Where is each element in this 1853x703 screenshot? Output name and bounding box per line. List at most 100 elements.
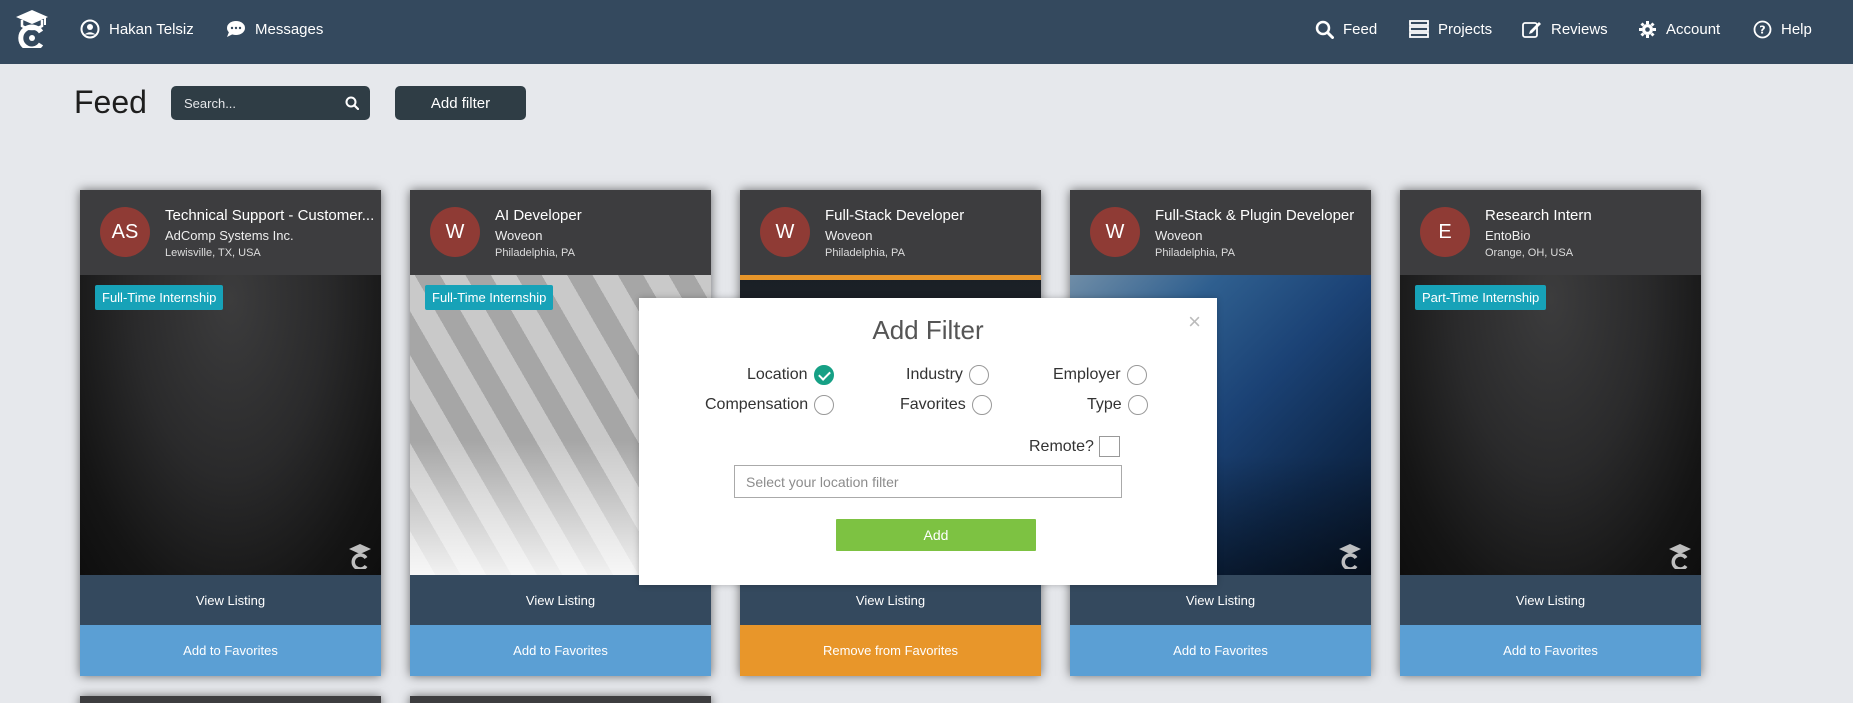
card-image: Full-Time Internship (80, 275, 381, 575)
nav-help-label: Help (1781, 20, 1812, 38)
job-location: Orange, OH, USA (1485, 247, 1574, 259)
filter-option-favorites[interactable]: Favorites (900, 393, 992, 417)
filter-option-label: Location (747, 366, 808, 383)
radio-icon[interactable] (971, 395, 992, 415)
nav-projects[interactable]: Projects (1409, 0, 1492, 58)
card-image: Part-Time Internship (1400, 275, 1701, 575)
filter-option-employer[interactable]: Employer (1053, 363, 1147, 387)
filter-option-label: Industry (906, 366, 963, 383)
job-location: Philadelphia, PA (1155, 247, 1235, 259)
add-to-favorites-button[interactable]: Add to Favorites (1070, 625, 1371, 676)
company-avatar: W (430, 207, 480, 257)
filter-option-label: Type (1087, 396, 1122, 413)
add-button[interactable]: Add (836, 519, 1036, 551)
remote-checkbox[interactable] (1098, 436, 1120, 457)
add-to-favorites-button[interactable]: Add to Favorites (1400, 625, 1701, 676)
filter-option-label: Favorites (900, 396, 966, 413)
company-avatar: W (1090, 207, 1140, 257)
card-header[interactable]: W Full-Stack Developer Woveon Philadelph… (740, 190, 1041, 275)
remove-from-favorites-button[interactable]: Remove from Favorites (740, 625, 1041, 676)
company-name: EntoBio (1485, 228, 1531, 243)
job-type-badge: Full-Time Internship (95, 285, 224, 310)
job-location: Philadelphia, PA (495, 247, 575, 259)
nav-help[interactable]: ? Help (1753, 0, 1812, 58)
close-icon[interactable]: × (1188, 311, 1201, 333)
job-location: Lewisville, TX, USA (165, 247, 261, 259)
company-name: AdComp Systems Inc. (165, 228, 294, 243)
nav-projects-label: Projects (1438, 20, 1493, 38)
nav-messages[interactable]: Messages (226, 0, 323, 58)
nav-account[interactable]: Account (1638, 0, 1720, 58)
filter-option-location[interactable]: Location (747, 363, 834, 387)
card-logo-icon (349, 544, 371, 569)
filter-option-compensation[interactable]: Compensation (705, 393, 835, 417)
radio-icon[interactable] (1127, 395, 1148, 415)
top-navbar: Hakan Telsiz Messages Feed Projects Revi… (0, 0, 1853, 64)
job-title: Full-Stack & Plugin Developer (1155, 207, 1355, 224)
filter-option-label: Employer (1053, 366, 1121, 383)
svg-text:?: ? (1759, 23, 1765, 36)
add-filter-modal: Add Filter × Location Industry Employer … (639, 298, 1217, 585)
card-header[interactable]: AS Technical Support - Customer... AdCom… (80, 190, 381, 275)
job-title: Full-Stack Developer (825, 207, 965, 224)
remote-label: Remote? (1029, 437, 1094, 455)
job-type-badge: Part-Time Internship (1415, 285, 1547, 310)
card-logo-icon (1339, 544, 1361, 569)
company-avatar: AS (100, 207, 150, 257)
nav-account-label: Account (1666, 20, 1721, 38)
add-filter-button[interactable]: Add filter (395, 86, 526, 120)
filter-option-type[interactable]: Type (1087, 393, 1148, 417)
search-icon (1315, 20, 1334, 39)
search-input[interactable] (171, 86, 341, 120)
card-header[interactable]: W AI Developer Woveon Philadelphia, PA (410, 190, 711, 275)
server-stack-icon (1409, 20, 1429, 38)
remote-toggle: Remote? (1029, 436, 1120, 457)
company-avatar: E (1420, 207, 1470, 257)
search-icon[interactable] (345, 96, 359, 110)
favorite-indicator (740, 275, 1041, 280)
job-title: Technical Support - Customer... (165, 207, 375, 224)
user-circle-icon (80, 19, 100, 39)
card-logo-icon (1669, 544, 1691, 569)
nav-reviews-label: Reviews (1551, 20, 1608, 38)
edit-square-icon (1522, 21, 1541, 38)
company-avatar: W (760, 207, 810, 257)
add-to-favorites-button[interactable]: Add to Favorites (410, 625, 711, 676)
chat-bubble-icon (227, 21, 245, 37)
view-listing-button[interactable]: View Listing (80, 575, 381, 625)
job-title: Research Intern (1485, 207, 1592, 224)
location-filter-input[interactable] (734, 465, 1122, 498)
job-location: Philadelphia, PA (825, 247, 905, 259)
listing-card: E Research Intern EntoBio Orange, OH, US… (1400, 190, 1701, 676)
company-name: Woveon (1155, 228, 1203, 243)
modal-title: Add Filter (872, 315, 984, 345)
nav-messages-label: Messages (255, 20, 324, 38)
radio-icon[interactable] (1126, 365, 1147, 385)
company-name: Woveon (495, 228, 543, 243)
search-box (171, 86, 370, 120)
add-to-favorites-button[interactable]: Add to Favorites (80, 625, 381, 676)
radio-checked-icon[interactable] (813, 365, 834, 385)
nav-feed[interactable]: Feed (1315, 0, 1377, 58)
card-header[interactable]: E Research Intern EntoBio Orange, OH, US… (1400, 190, 1701, 275)
radio-icon[interactable] (814, 395, 835, 415)
gear-icon (1639, 20, 1656, 38)
listing-card-partial (80, 696, 381, 703)
logo-icon[interactable] (14, 8, 50, 48)
question-circle-icon: ? (1753, 20, 1772, 38)
company-name: Woveon (825, 228, 873, 243)
filter-option-industry[interactable]: Industry (906, 363, 989, 387)
radio-icon[interactable] (968, 365, 989, 385)
nav-user-name: Hakan Telsiz (109, 20, 194, 38)
listing-card-partial (410, 696, 711, 703)
view-listing-button[interactable]: View Listing (1400, 575, 1701, 625)
job-type-badge: Full-Time Internship (425, 285, 554, 310)
nav-feed-label: Feed (1343, 20, 1378, 38)
listing-card: AS Technical Support - Customer... AdCom… (80, 190, 381, 676)
filter-option-label: Compensation (705, 396, 809, 413)
page-title: Feed (74, 84, 147, 120)
job-title: AI Developer (495, 207, 582, 224)
card-header[interactable]: W Full-Stack & Plugin Developer Woveon P… (1070, 190, 1371, 275)
nav-reviews[interactable]: Reviews (1522, 0, 1608, 58)
nav-profile[interactable]: Hakan Telsiz (80, 0, 194, 58)
